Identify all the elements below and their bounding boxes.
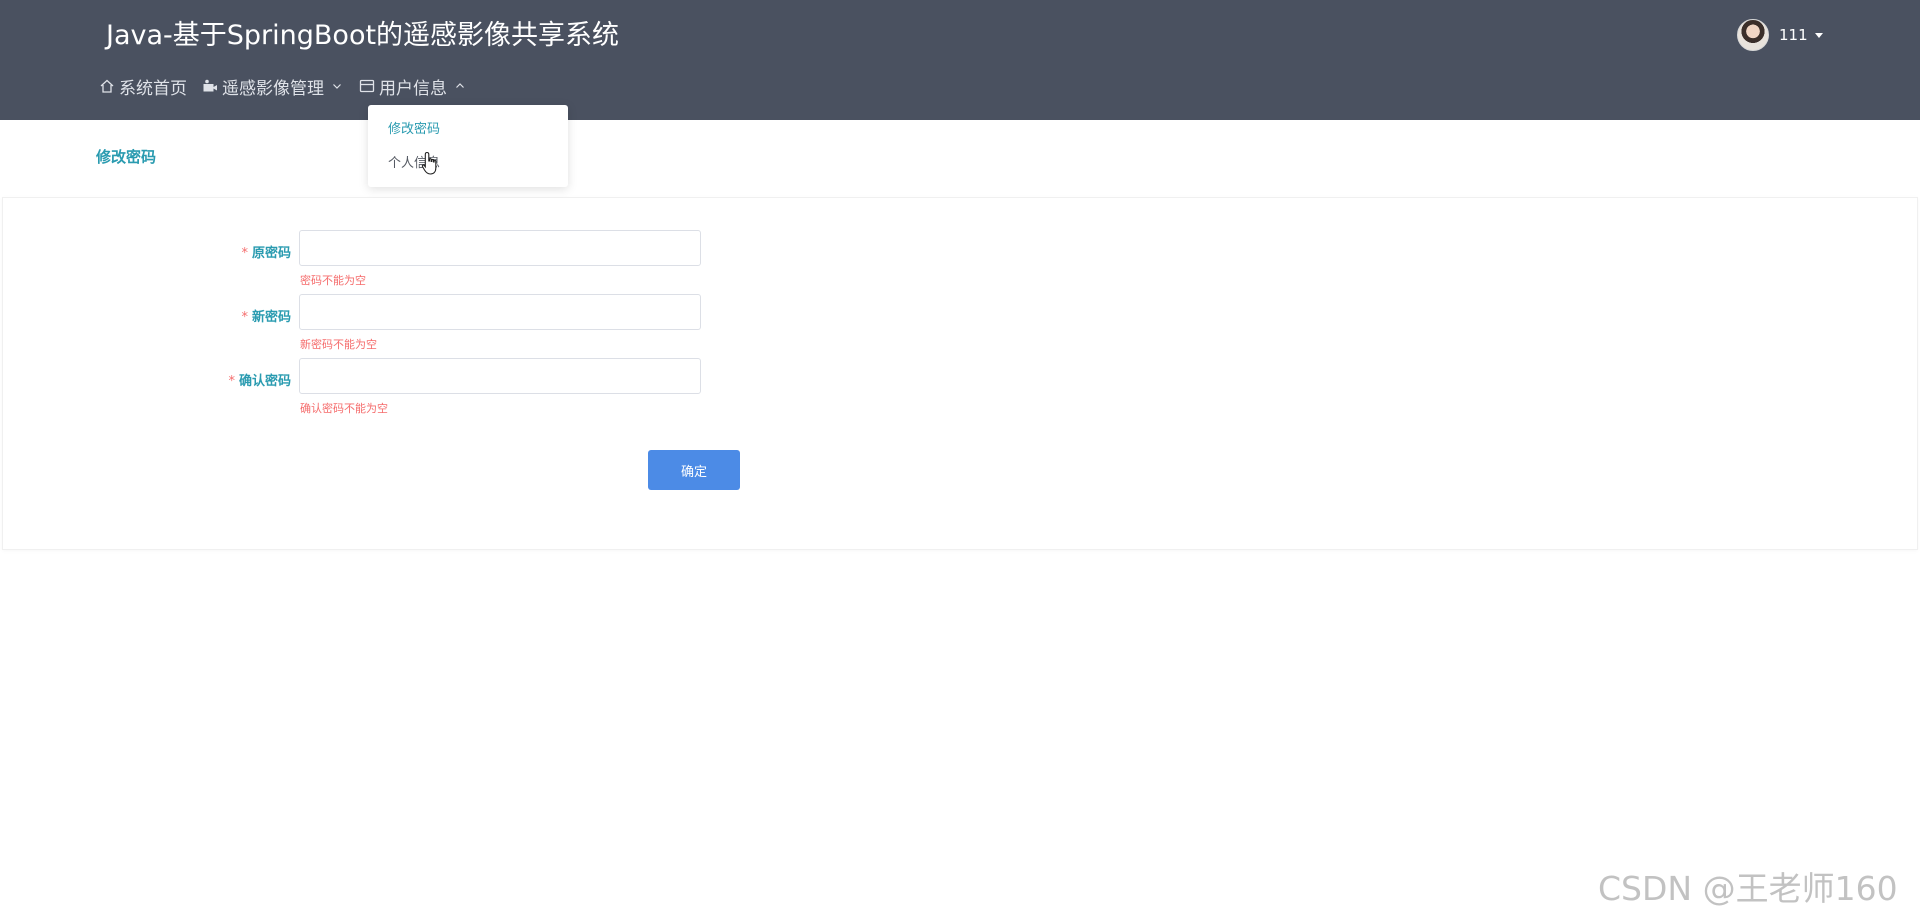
new-password-input[interactable] [299,294,701,330]
app-title: Java-基于SpringBoot的遥感影像共享系统 [106,20,620,51]
required-mark: * [228,374,235,389]
old-password-error: 密码不能为空 [300,274,366,287]
confirm-password-error: 确认密码不能为空 [300,402,388,415]
new-password-error: 新密码不能为空 [300,338,377,351]
home-icon [98,77,116,95]
form-row-old-password: * 原密码 密码不能为空 [3,230,803,296]
nav-item-image-management[interactable]: 遥感影像管理 [201,74,344,99]
required-mark: * [241,310,248,325]
confirm-button[interactable]: 确定 [648,450,740,490]
hand-cursor-icon [421,151,437,175]
required-mark: * [241,246,248,261]
user-info-dropdown: 修改密码 个人信息 [368,105,568,187]
page-title: 修改密码 [96,148,157,166]
confirm-password-label: * 确认密码 [228,370,291,389]
chevron-down-icon [330,79,344,93]
nav-item-label: 遥感影像管理 [222,78,324,99]
old-password-label-text: 原密码 [251,246,291,261]
nav-item-user-info[interactable]: 用户信息 [358,74,467,99]
old-password-label: * 原密码 [241,242,291,261]
confirm-password-input[interactable] [299,358,701,394]
avatar[interactable] [1737,19,1769,51]
chevron-up-icon [453,79,467,93]
new-password-label-text: 新密码 [251,310,291,325]
camera-icon [201,77,219,95]
caret-down-icon [1814,32,1823,38]
password-form-card: * 原密码 密码不能为空 * 新密码 新密码不能为空 * 确认密码 确认密码不能为空 … [2,197,1918,550]
main-nav: 系统首页 遥感影像管理 用户信息 [98,72,481,100]
old-password-input[interactable] [299,230,701,266]
form-row-confirm-password: * 确认密码 确认密码不能为空 [3,358,803,424]
top-header: Java-基于SpringBoot的遥感影像共享系统 系统首页 遥感影像管理 用… [0,0,1920,120]
dropdown-item-personal-info[interactable]: 个人信息 [368,147,568,181]
csdn-watermark: CSDN @王老师160 [1598,869,1898,908]
user-menu[interactable]: 111 [1737,18,1823,52]
confirm-password-label-text: 确认密码 [238,374,291,389]
form-row-new-password: * 新密码 新密码不能为空 [3,294,803,360]
new-password-label: * 新密码 [241,306,291,325]
nav-item-label: 用户信息 [379,78,447,99]
nav-item-home[interactable]: 系统首页 [98,74,187,99]
user-name: 111 [1779,26,1808,44]
dropdown-item-change-password[interactable]: 修改密码 [368,113,568,147]
card-icon [358,77,376,95]
nav-item-label: 系统首页 [119,78,187,99]
